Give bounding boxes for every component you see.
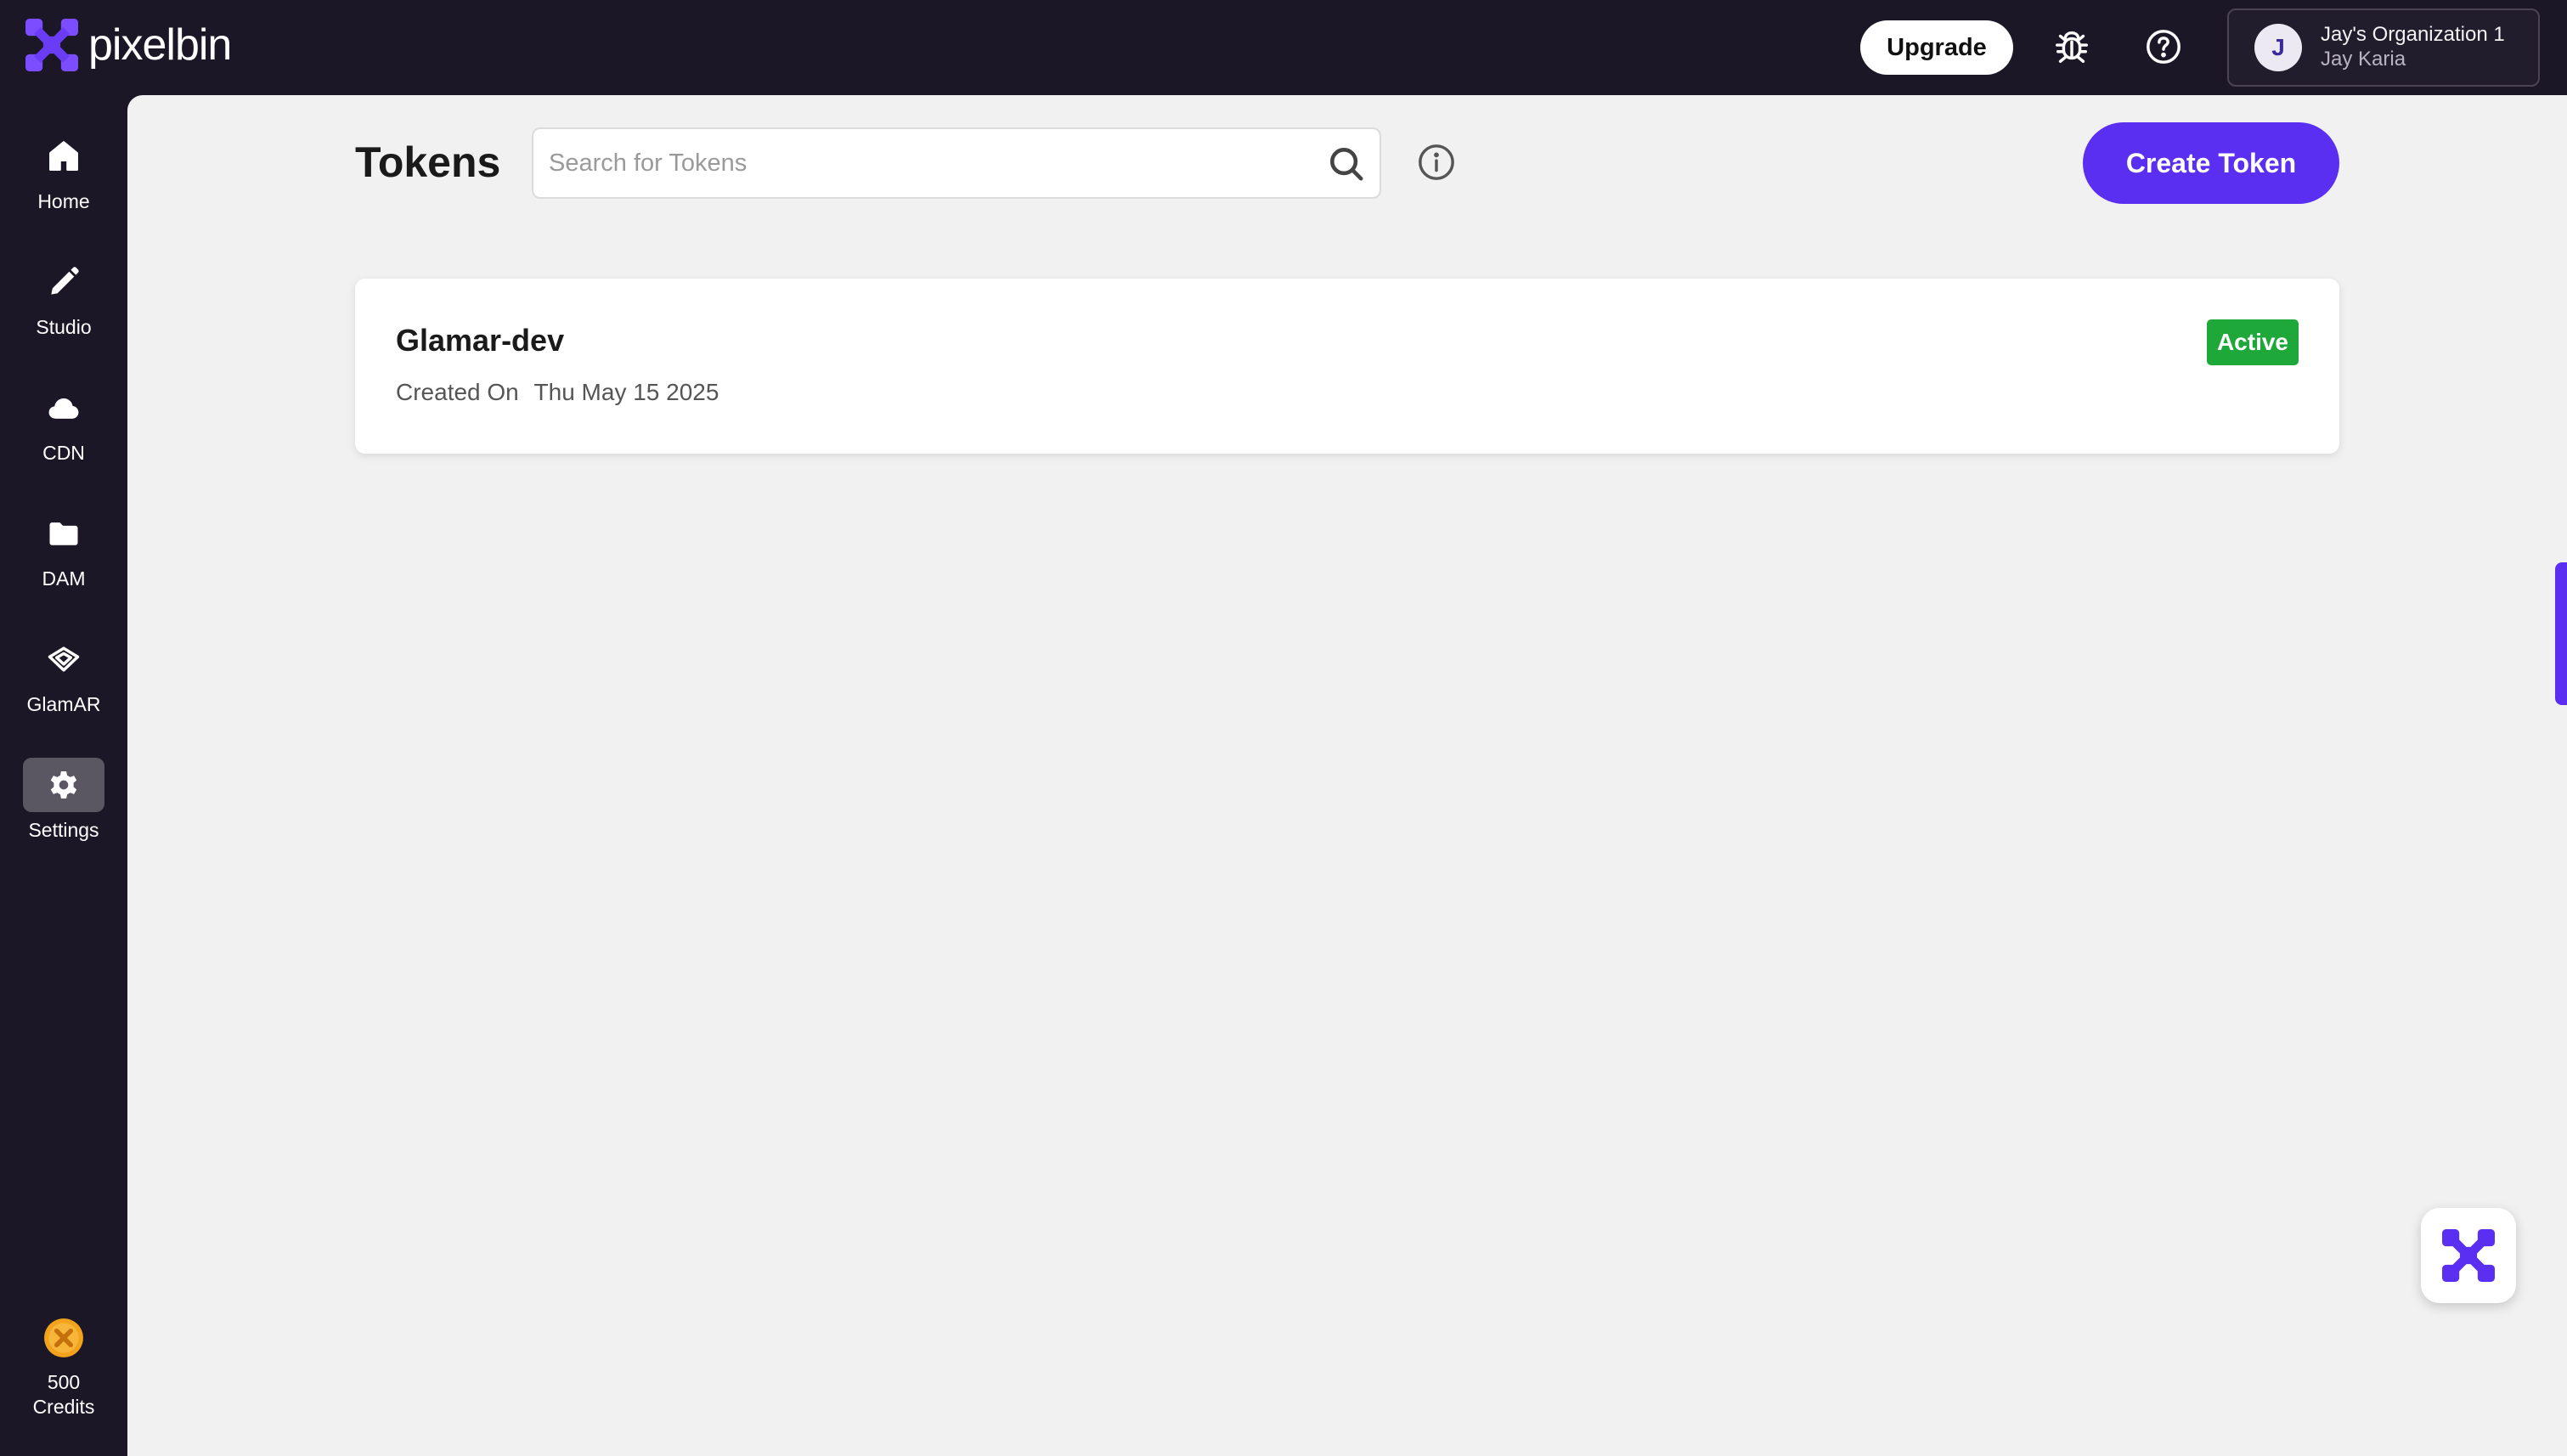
search-box: [532, 127, 1381, 199]
sidebar-icon-wrap: [23, 255, 104, 309]
credits-label: Credits: [32, 1395, 95, 1418]
main-content: Tokens Create Token Glamar-dev Created O…: [127, 95, 2567, 1456]
create-token-button[interactable]: Create Token: [2083, 122, 2339, 204]
sidebar-item-label: Home: [37, 190, 90, 212]
coin: [42, 1317, 85, 1363]
gear-icon: [50, 771, 77, 799]
pencil-icon: [51, 267, 79, 295]
bug-icon: [2056, 31, 2088, 63]
sidebar-item-label: Studio: [36, 316, 92, 338]
user-name: Jay Karia: [2321, 48, 2406, 71]
help-button[interactable]: [2142, 25, 2185, 68]
sidebar-icon-wrap: [23, 632, 104, 686]
pixelbin-logo-icon: [2442, 1229, 2495, 1282]
upgrade-button[interactable]: Upgrade: [1860, 20, 2013, 75]
pixelbin-assistant-button[interactable]: [2421, 1208, 2516, 1303]
token-card[interactable]: Glamar-dev Created On Thu May 15 2025 Ac…: [355, 279, 2339, 454]
sidebar-item-home[interactable]: Home: [0, 129, 127, 240]
page-title: Tokens: [355, 138, 501, 186]
brand-logo[interactable]: pixelbin: [25, 19, 232, 71]
credits-widget[interactable]: 500 Credits: [0, 1317, 127, 1419]
created-date: Thu May 15 2025: [533, 379, 719, 405]
org-switcher[interactable]: J Jay's Organization 1 Jay Karia: [2227, 8, 2540, 87]
side-drawer-handle[interactable]: [2555, 562, 2567, 705]
sidebar-item-glamar[interactable]: GlamAR: [0, 632, 127, 742]
search-icon[interactable]: [1327, 144, 1366, 183]
sidebar-icon-wrap: [23, 506, 104, 561]
created-label: Created On: [396, 379, 519, 405]
sidebar-item-label: CDN: [42, 442, 85, 464]
sidebar-icon-wrap: [23, 758, 104, 812]
sidebar-item-dam[interactable]: DAM: [0, 506, 127, 617]
coin-icon: [44, 1318, 83, 1357]
sidebar-item-studio[interactable]: Studio: [0, 255, 127, 365]
help-icon: [2147, 30, 2181, 64]
sidebar-item-settings[interactable]: Settings: [0, 758, 127, 868]
folder-icon: [49, 522, 78, 545]
home-icon: [49, 141, 78, 171]
status-badge: Active: [2206, 319, 2299, 365]
sidebar-icon-wrap: [23, 381, 104, 435]
top-bar: pixelbin Upgrade J Jay's Organization 1 …: [0, 0, 2567, 95]
sidebar-item-label: DAM: [42, 567, 86, 590]
info-icon[interactable]: [1417, 143, 1456, 182]
sidebar-item-label: Settings: [28, 819, 99, 841]
pixelbin-logo-icon: [25, 19, 78, 71]
sidebar: Home Studio CDN DAM GlamAR Settings 500 …: [0, 95, 127, 1456]
sidebar-item-label: GlamAR: [26, 693, 101, 715]
credits-amount: 500: [47, 1371, 81, 1393]
token-created: Created On Thu May 15 2025: [396, 379, 719, 406]
bug-report-button[interactable]: [2051, 25, 2093, 68]
cloud-icon: [48, 398, 79, 419]
sidebar-icon-wrap: [23, 129, 104, 183]
brand-name: pixelbin: [88, 20, 232, 70]
avatar: J: [2254, 24, 2302, 71]
org-info: Jay's Organization 1 Jay Karia: [2321, 23, 2505, 72]
token-name: Glamar-dev: [396, 323, 565, 358]
sidebar-item-cdn[interactable]: CDN: [0, 381, 127, 491]
org-name: Jay's Organization 1: [2321, 23, 2505, 47]
search-input[interactable]: [533, 129, 1298, 197]
glamar-icon: [48, 646, 80, 672]
